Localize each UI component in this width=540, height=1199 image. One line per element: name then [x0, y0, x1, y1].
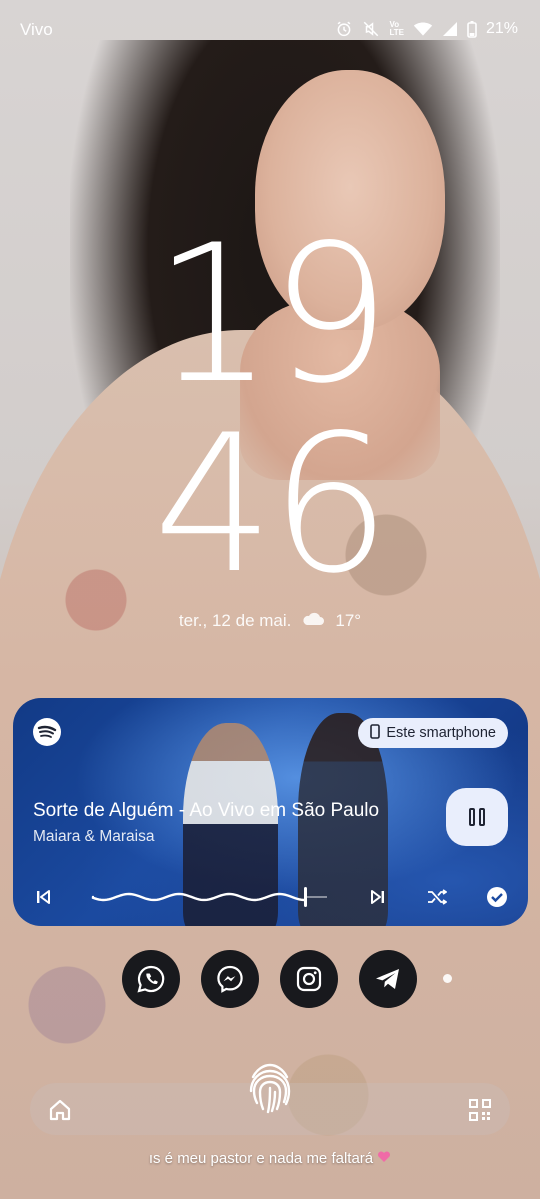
media-player-card[interactable]: Este smartphone Sorte de Alguém - Ao Viv… [13, 698, 528, 926]
media-controls [13, 881, 528, 913]
page-indicator-dot [443, 974, 452, 983]
status-icons: Vo LTE 21% [335, 20, 518, 38]
whatsapp-icon[interactable] [122, 950, 180, 1008]
app-shortcuts [0, 946, 540, 1010]
spotify-icon[interactable] [33, 718, 61, 746]
clock-hours: 19 [153, 204, 391, 425]
date-text: ter., 12 de mai. [178, 610, 292, 630]
signal-icon [442, 21, 458, 37]
output-device-chip[interactable]: Este smartphone [358, 718, 508, 748]
volte-icon: Vo LTE [389, 20, 404, 37]
carrier-name: Vivo [20, 20, 53, 39]
previous-icon[interactable] [27, 881, 59, 913]
battery-icon [467, 20, 477, 38]
progress-remaining [307, 896, 327, 898]
output-device-label: Este smartphone [386, 725, 496, 741]
lock-screen-message: ıs é meu pastor e nada me faltará [0, 1150, 540, 1167]
status-bar: Vivo Vo LTE 21% [0, 0, 540, 64]
temperature: 17° [335, 610, 362, 630]
home-icon[interactable] [40, 1090, 80, 1130]
messenger-icon[interactable] [201, 950, 259, 1008]
clock-minutes: 46 [153, 394, 391, 615]
mute-icon [362, 20, 380, 38]
telegram-icon[interactable] [359, 950, 417, 1008]
cloud-icon [301, 610, 325, 631]
check-icon[interactable] [481, 881, 513, 913]
qr-code-icon[interactable] [460, 1090, 500, 1130]
track-artist: Maiara & Maraisa [33, 828, 155, 845]
alarm-icon [335, 20, 353, 38]
progress-bar[interactable] [91, 885, 313, 909]
instagram-icon[interactable] [280, 950, 338, 1008]
shuffle-icon[interactable] [421, 881, 453, 913]
pause-icon [469, 808, 475, 826]
track-title: Sorte de Alguém - Ao Vivo em São Paulo [33, 800, 380, 821]
wifi-icon [413, 21, 433, 37]
date-weather[interactable]: ter., 12 de mai. 17° [0, 610, 540, 631]
heart-icon [377, 1150, 391, 1167]
next-icon[interactable] [362, 881, 394, 913]
progress-thumb[interactable] [304, 887, 307, 907]
smartphone-icon [370, 723, 381, 743]
battery-percent: 21% [485, 20, 518, 37]
pause-button[interactable] [446, 788, 508, 846]
lock-message-text: ıs é meu pastor e nada me faltará [148, 1150, 374, 1167]
fingerprint-icon[interactable] [238, 1052, 302, 1124]
